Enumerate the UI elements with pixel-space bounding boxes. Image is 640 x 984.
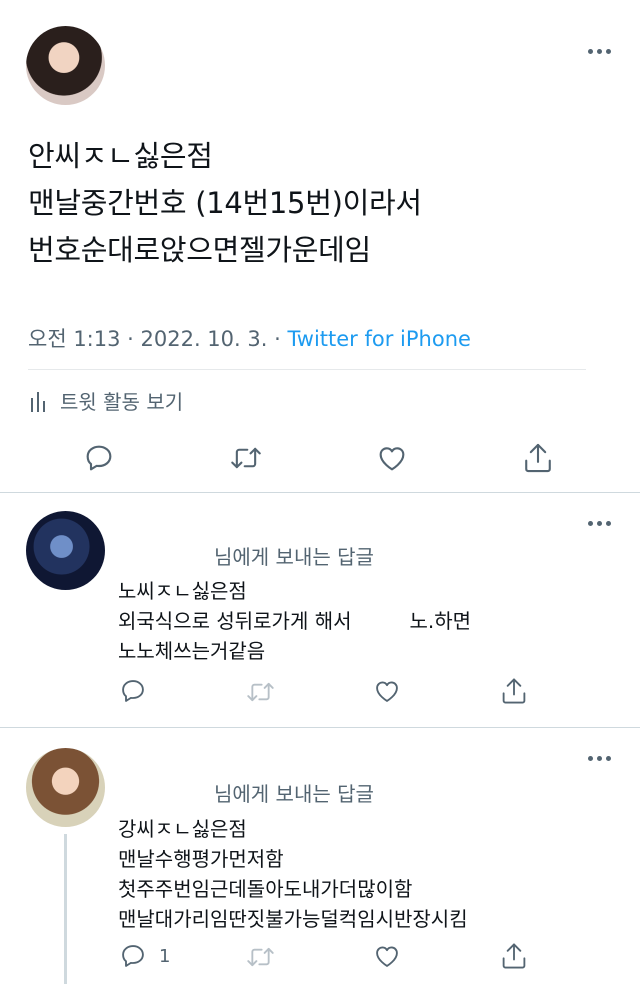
retweet-icon [247, 947, 274, 967]
section-divider [0, 492, 640, 493]
reply-count: 1 [159, 945, 171, 967]
share-button[interactable] [522, 441, 554, 475]
reply-line: 강씨ㅈㄴ싫은점 [118, 817, 247, 841]
tweet-line: 맨날중간번호 (14번15번)이라서 [28, 186, 422, 220]
tweet-activity-link[interactable]: 트윗 활동 보기 [28, 386, 183, 415]
reply-icon [122, 680, 144, 702]
reply-to-label: 님에게 보내는 답글 [214, 782, 374, 806]
thread-line [64, 834, 67, 984]
retweet-button[interactable] [245, 943, 276, 971]
reply-button[interactable]: 1 [119, 942, 170, 970]
reply-avatar[interactable] [26, 748, 105, 827]
heart-icon [379, 447, 405, 471]
tweet-text: 안씨ㅈㄴ싫은점 맨날중간번호 (14번15번)이라서 번호순대로앉으면젤가운데임 [28, 133, 422, 274]
reply-button[interactable] [119, 677, 147, 705]
share-icon [502, 943, 526, 969]
section-divider [0, 727, 640, 728]
reply-text: 강씨ㅈㄴ싫은점 맨날수행평가먼저함 첫주주번임근데돌아도내가더많이함 맨날대가리… [118, 814, 588, 934]
reply-line: 맨날대가리임딴짓불가능덜컥임시반장시킴 [118, 907, 468, 931]
retweet-icon [231, 447, 261, 469]
share-icon [525, 443, 551, 473]
reply-to-label: 님에게 보내는 답글 [214, 545, 374, 569]
reply-line: 노노체쓰는거같음 [118, 639, 266, 663]
tweet-line: 번호순대로앉으면젤가운데임 [28, 233, 371, 267]
reply-line: 외국식으로 성뒤로가게 해서 노.하면 [118, 609, 472, 633]
reply-button[interactable] [83, 442, 115, 474]
share-icon [502, 678, 526, 704]
reply-line: 노씨ㅈㄴ싫은점 [118, 579, 247, 603]
tweet-meta: 오전 1:13 · 2022. 10. 3. · Twitter for iPh… [28, 323, 471, 353]
tweet-line: 안씨ㅈㄴ싫은점 [28, 139, 213, 173]
reply-icon [86, 445, 112, 471]
retweet-button[interactable] [245, 678, 276, 706]
reply-line: 첫주주번임근데돌아도내가더많이함 [118, 877, 413, 901]
source-link[interactable]: Twitter for iPhone [287, 327, 471, 351]
reply-line: 맨날수행평가먼저함 [118, 847, 284, 871]
share-button[interactable] [500, 676, 528, 706]
heart-icon [376, 681, 398, 702]
divider [28, 369, 586, 370]
reply-text: 노씨ㅈㄴ싫은점 외국식으로 성뒤로가게 해서 노.하면 노노체쓰는거같음 [118, 576, 578, 666]
share-button[interactable] [500, 941, 528, 971]
retweet-icon [247, 682, 274, 702]
more-options-icon[interactable] [588, 756, 611, 761]
author-avatar[interactable] [26, 26, 105, 105]
heart-icon [376, 946, 398, 967]
analytics-icon [31, 391, 45, 412]
retweet-button[interactable] [229, 442, 263, 474]
reply-avatar[interactable] [26, 511, 105, 590]
activity-label: 트윗 활동 보기 [60, 390, 184, 414]
more-options-icon[interactable] [588, 521, 611, 526]
timestamp: 오전 1:13 · 2022. 10. 3. · [28, 327, 288, 351]
like-button[interactable] [372, 677, 402, 705]
like-button[interactable] [375, 442, 409, 474]
more-options-icon[interactable] [588, 49, 611, 54]
reply-icon [122, 945, 144, 967]
like-button[interactable] [372, 942, 402, 970]
